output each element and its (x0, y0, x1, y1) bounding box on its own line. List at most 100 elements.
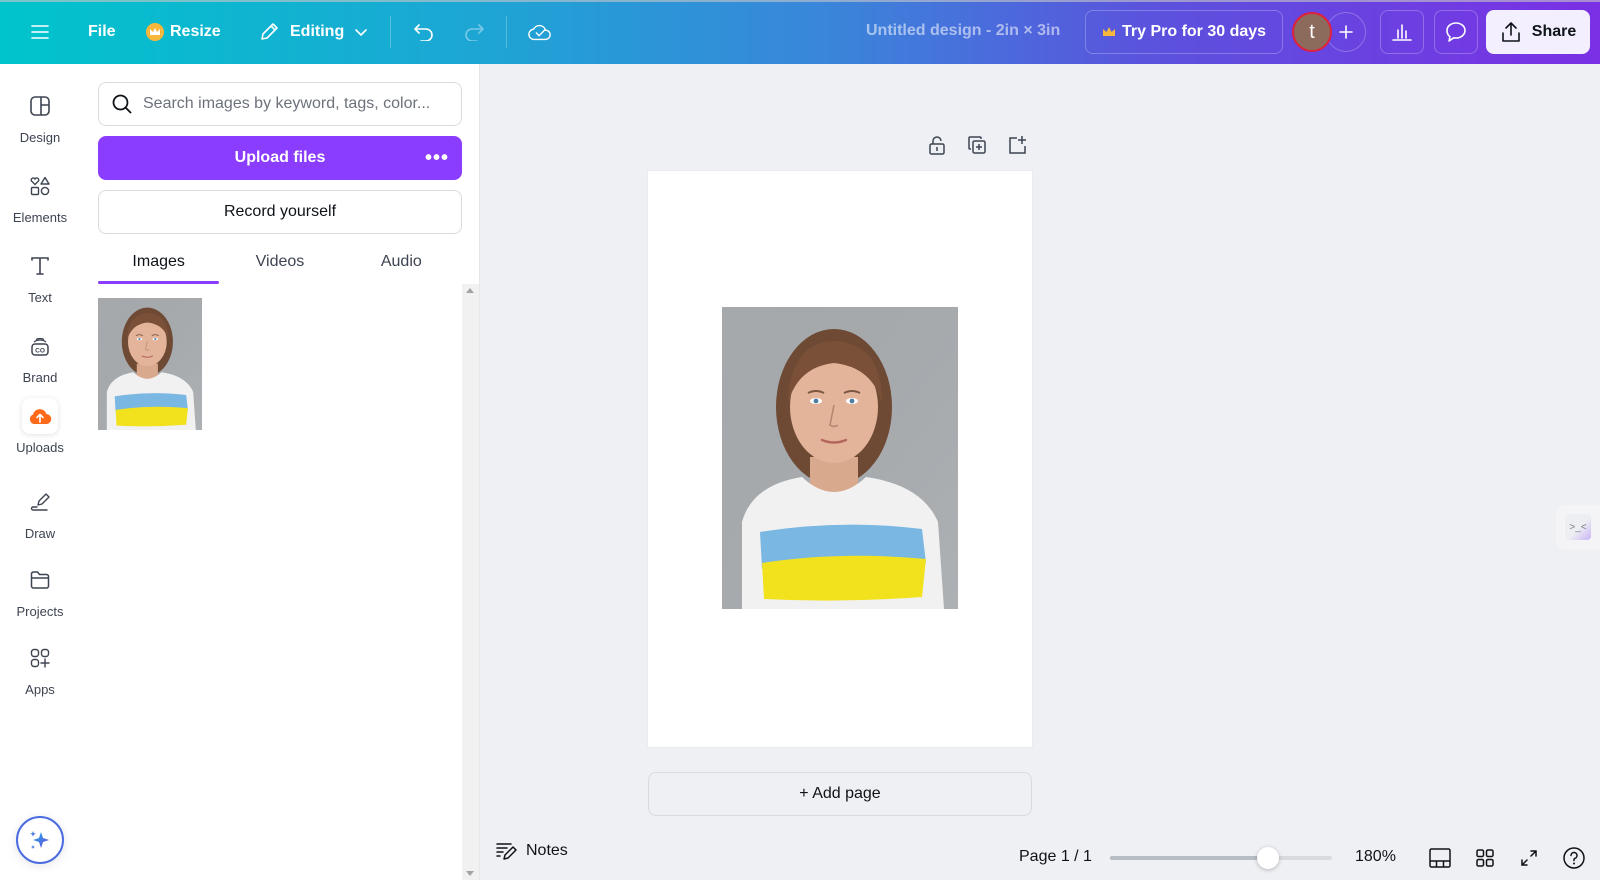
resize-button[interactable]: Resize (138, 12, 229, 52)
uploaded-image-thumbnail[interactable] (98, 298, 202, 430)
try-pro-label: Try Pro for 30 days (1122, 23, 1267, 40)
resize-label: Resize (170, 23, 221, 40)
top-bar: File Resize Editing Untitled design - 2i… (0, 0, 1600, 64)
upload-files-label: Upload files (234, 149, 326, 166)
portrait-image (722, 307, 958, 609)
redo-icon (465, 24, 484, 41)
editing-mode-dropdown[interactable]: Editing (250, 12, 376, 52)
search-box[interactable] (98, 82, 462, 126)
add-page-icon (1009, 136, 1026, 154)
brand-icon: CO (22, 328, 58, 364)
panel-scrollbar[interactable] (462, 284, 479, 880)
rail-label: Uploads (16, 440, 64, 455)
rail-item-uploads[interactable]: Uploads (0, 398, 80, 470)
rail-item-design[interactable]: Design (0, 88, 80, 160)
grid-view-button[interactable] (1471, 844, 1499, 872)
fullscreen-button[interactable] (1515, 844, 1543, 872)
rail-item-draw[interactable]: Draw (0, 484, 80, 556)
plus-icon (1339, 25, 1353, 39)
notes-icon (496, 843, 517, 860)
redo-button[interactable] (454, 12, 494, 52)
undo-button[interactable] (404, 12, 444, 52)
tab-videos[interactable]: Videos (219, 242, 340, 282)
design-page[interactable] (648, 171, 1032, 747)
portrait-image (98, 298, 202, 430)
rail-item-brand[interactable]: CO Brand (0, 328, 80, 400)
more-options-icon[interactable]: ••• (422, 143, 452, 173)
scroll-up-arrow-icon[interactable] (466, 288, 474, 293)
add-collaborator-button[interactable] (1326, 12, 1366, 52)
duplicate-page-button[interactable] (966, 134, 988, 156)
sparkle-icon (30, 831, 49, 849)
document-title[interactable]: Untitled design - 2in × 3in (866, 22, 1060, 40)
filmstrip-icon (1429, 848, 1451, 868)
media-tabs: Images Videos Audio (98, 242, 462, 284)
search-icon (112, 94, 132, 114)
rail-item-text[interactable]: Text (0, 248, 80, 320)
left-nav-rail: Design Elements Text CO Brand Uploads Dr… (0, 64, 80, 880)
help-icon (1563, 847, 1585, 869)
add-page-button[interactable]: + Add page (648, 772, 1032, 816)
page-indicator[interactable]: Page 1 / 1 (1019, 848, 1092, 866)
layout-icon (22, 88, 58, 124)
zoom-handle[interactable] (1256, 847, 1279, 869)
uploads-panel: Upload files ••• Record yourself Images … (80, 64, 480, 880)
try-pro-button[interactable]: Try Pro for 30 days (1085, 10, 1284, 54)
insights-button[interactable] (1380, 10, 1424, 54)
cloud-upload-icon (22, 398, 58, 434)
cloud-save-status[interactable] (520, 12, 560, 52)
rail-label: Design (19, 130, 61, 145)
cloud-check-icon (528, 24, 551, 41)
pen-icon (22, 484, 58, 520)
text-icon (22, 248, 58, 284)
scroll-down-arrow-icon[interactable] (466, 871, 474, 876)
bar-chart-icon (1392, 24, 1412, 41)
help-button[interactable] (1560, 844, 1588, 872)
rail-item-apps[interactable]: Apps (0, 640, 80, 712)
lock-page-button[interactable] (926, 134, 948, 156)
speech-bubble-icon (1446, 22, 1466, 42)
crown-icon (1103, 27, 1115, 36)
duplicate-icon (968, 136, 986, 154)
zoom-percentage[interactable]: 180% (1355, 848, 1396, 866)
svg-text:CO: CO (35, 348, 45, 355)
canvas-image[interactable] (722, 307, 958, 609)
rail-label: Brand (22, 370, 58, 385)
shapes-icon (22, 168, 58, 204)
share-button[interactable]: Share (1486, 10, 1590, 54)
main-menu-button[interactable] (22, 12, 58, 52)
magic-assistant-button[interactable] (16, 816, 64, 864)
editing-label: Editing (290, 23, 345, 40)
chevron-down-icon (355, 29, 368, 37)
apps-icon (22, 640, 58, 676)
tab-images[interactable]: Images (98, 242, 220, 284)
add-page-icon-button[interactable] (1006, 134, 1028, 156)
rail-item-projects[interactable]: Projects (0, 562, 80, 634)
share-label: Share (1531, 23, 1577, 40)
zoom-slider[interactable] (1110, 847, 1332, 869)
divider (506, 16, 507, 48)
record-yourself-button[interactable]: Record yourself (98, 190, 462, 234)
rail-item-elements[interactable]: Elements (0, 168, 80, 240)
expand-icon (1521, 850, 1537, 866)
tab-audio[interactable]: Audio (341, 242, 462, 282)
rail-label: Projects (16, 604, 64, 619)
crown-icon (146, 23, 164, 41)
user-avatar[interactable]: t (1292, 12, 1332, 52)
rail-label: Elements (12, 210, 68, 225)
rail-label: Draw (24, 526, 56, 541)
upload-files-button[interactable]: Upload files ••• (98, 136, 462, 180)
zoom-fill (1110, 856, 1268, 860)
grid-icon (1476, 849, 1494, 867)
rail-label: Text (28, 290, 52, 305)
comments-button[interactable] (1434, 10, 1478, 54)
file-menu-button[interactable]: File (80, 12, 124, 52)
undo-icon (414, 24, 433, 41)
upload-share-icon (1501, 22, 1520, 42)
side-panel-toggle[interactable]: >_< (1556, 505, 1600, 549)
page-view-button[interactable] (1426, 844, 1454, 872)
page-toolbar (926, 134, 1028, 156)
search-input[interactable] (143, 95, 443, 113)
notes-button[interactable]: Notes (496, 842, 568, 860)
assistant-face-icon: >_< (1565, 514, 1591, 540)
